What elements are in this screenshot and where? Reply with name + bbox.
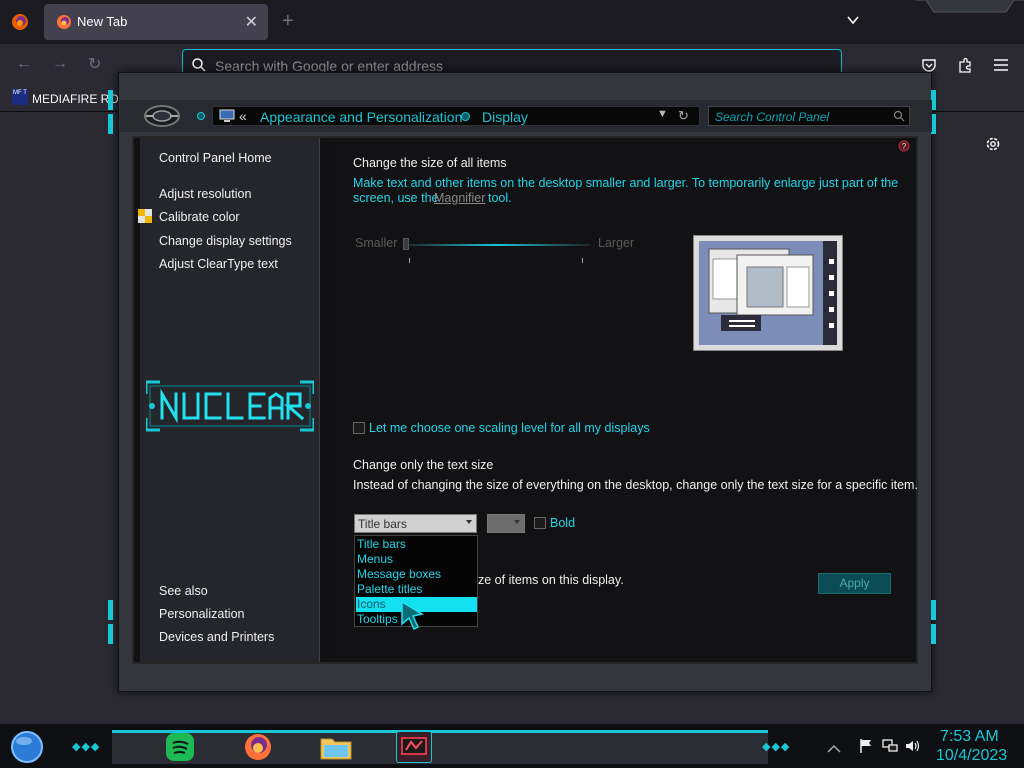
volume-icon[interactable] (904, 738, 920, 754)
help-icon[interactable]: ? (898, 140, 910, 152)
search-icon (893, 110, 905, 122)
bold-checkbox-label[interactable]: Bold (550, 516, 575, 530)
taskbar-app-spotify[interactable] (162, 731, 198, 763)
search-placeholder: Search Control Panel (715, 110, 830, 124)
refresh-icon[interactable]: ↻ (678, 108, 689, 124)
frame-accent (931, 624, 936, 644)
sidebar-item-home[interactable]: Control Panel Home (159, 151, 272, 165)
mouse-cursor-icon (401, 600, 424, 630)
start-button-icon[interactable] (8, 730, 46, 764)
new-tab-icon[interactable]: + (282, 10, 294, 33)
taskbar-app-control-panel[interactable] (396, 731, 432, 763)
clock-date[interactable]: 10/4/2023 (936, 747, 1007, 765)
see-also-heading: See also (159, 584, 208, 598)
taskbar-app-explorer[interactable] (318, 731, 354, 763)
dropdown-option-title-bars[interactable]: Title bars (356, 537, 477, 552)
sidebar-item-change-display-settings[interactable]: Change display settings (159, 234, 292, 248)
dropdown-option-menus[interactable]: Menus (356, 552, 477, 567)
gear-icon[interactable] (984, 135, 1002, 153)
page-title: Change the size of all items (353, 156, 507, 170)
breadcrumb-appearance[interactable]: Appearance and Personalization (260, 109, 462, 125)
breadcrumb-separator-icon (461, 112, 470, 121)
svg-text:?: ? (902, 142, 907, 151)
slider-label-smaller: Smaller (355, 236, 398, 250)
nuclear-logo (146, 380, 314, 432)
taskbar-plate (112, 730, 768, 764)
size-slider-thumb[interactable] (403, 238, 409, 250)
address-dot-icon (197, 112, 205, 120)
description-line-2-prefix: screen, use the (353, 191, 439, 205)
bookmark-mediafire[interactable]: MEDIAFIRE RO (32, 92, 119, 106)
close-tab-icon[interactable]: ✕ (245, 12, 258, 32)
dropdown-option-palette-titles[interactable]: Palette titles (356, 582, 477, 597)
sidebar-item-devices-printers[interactable]: Devices and Printers (159, 630, 274, 644)
taskbar-ornament: ◆◆◆ (72, 741, 101, 753)
font-size-select[interactable] (487, 514, 525, 533)
clock-time[interactable]: 7:53 AM (940, 728, 999, 746)
chevron-down-icon (514, 520, 520, 524)
scaling-checkbox[interactable] (353, 422, 365, 434)
frame-ornament (916, 0, 1024, 13)
text-item-select[interactable]: Title bars (354, 514, 477, 533)
sidebar-item-adjust-cleartype[interactable]: Adjust ClearType text (159, 257, 278, 271)
text-size-heading: Change only the text size (353, 458, 494, 472)
spotify-icon (166, 733, 194, 761)
forward-icon[interactable]: → (52, 55, 68, 73)
slider-tick (582, 258, 583, 263)
slider-label-larger: Larger (598, 236, 635, 250)
frame-accent (108, 600, 113, 620)
taskbar-app-firefox[interactable] (240, 731, 276, 763)
back-icon[interactable]: ← (16, 55, 32, 73)
breadcrumb[interactable]: « Appearance and Personalization Display… (212, 106, 700, 126)
control-panel-search[interactable]: Search Control Panel (708, 106, 910, 126)
sidebar-item-calibrate-color[interactable]: Calibrate color (159, 210, 240, 224)
breadcrumb-display[interactable]: Display (482, 109, 528, 125)
description-line-1: Make text and other items on the desktop… (353, 176, 899, 190)
folder-icon (320, 738, 352, 760)
taskbar-ornament: ◆◆◆ (762, 741, 791, 753)
slider-tick (409, 258, 410, 263)
navigation-orb-icon[interactable] (142, 102, 182, 130)
sidebar-item-adjust-resolution[interactable]: Adjust resolution (159, 187, 251, 201)
tab-new-tab[interactable]: New Tab ✕ (44, 4, 268, 40)
dropdown-option-message-boxes[interactable]: Message boxes (356, 567, 477, 582)
display-preview-image (693, 235, 843, 351)
network-icon[interactable] (882, 738, 898, 754)
preview-windows-icon (699, 241, 837, 345)
address-dropdown-icon[interactable]: ▼ (657, 108, 668, 120)
frame-accent (108, 90, 113, 110)
firefox-view-icon[interactable] (8, 10, 32, 34)
menu-icon[interactable] (992, 56, 1010, 74)
firefox-icon (57, 15, 71, 29)
frame-accent (108, 114, 113, 134)
sidebar-item-personalization[interactable]: Personalization (159, 607, 244, 621)
search-icon (192, 58, 206, 72)
chevron-down-icon (466, 520, 472, 524)
breadcrumb-chevron[interactable]: « (239, 108, 247, 124)
apply-button[interactable]: Apply (818, 573, 891, 594)
magnifier-link[interactable]: Magnifier (434, 191, 485, 205)
control-panel-icon (219, 109, 235, 122)
tab-title: New Tab (77, 14, 128, 29)
flag-icon[interactable] (858, 738, 874, 754)
apply-description: ze of items on this display. (478, 573, 624, 587)
scaling-checkbox-label[interactable]: Let me choose one scaling level for all … (369, 421, 650, 435)
chevron-down-icon[interactable] (845, 12, 861, 28)
control-panel-app-icon (401, 737, 427, 755)
text-item-select-value: Title bars (358, 517, 407, 531)
mediafire-bookmark-icon[interactable]: MF T (12, 89, 28, 105)
description-line-2-suffix: tool. (488, 191, 512, 205)
reload-icon[interactable]: ↻ (88, 54, 101, 74)
frame-accent (108, 624, 113, 644)
frame-accent (931, 600, 936, 620)
bold-checkbox[interactable] (534, 517, 546, 529)
show-hidden-icons[interactable] (826, 740, 842, 756)
text-size-description: Instead of changing the size of everythi… (353, 478, 918, 492)
extensions-icon[interactable] (956, 56, 974, 74)
calibrate-color-icon (138, 209, 152, 223)
size-slider-track[interactable] (404, 244, 590, 246)
firefox-icon (245, 734, 271, 760)
